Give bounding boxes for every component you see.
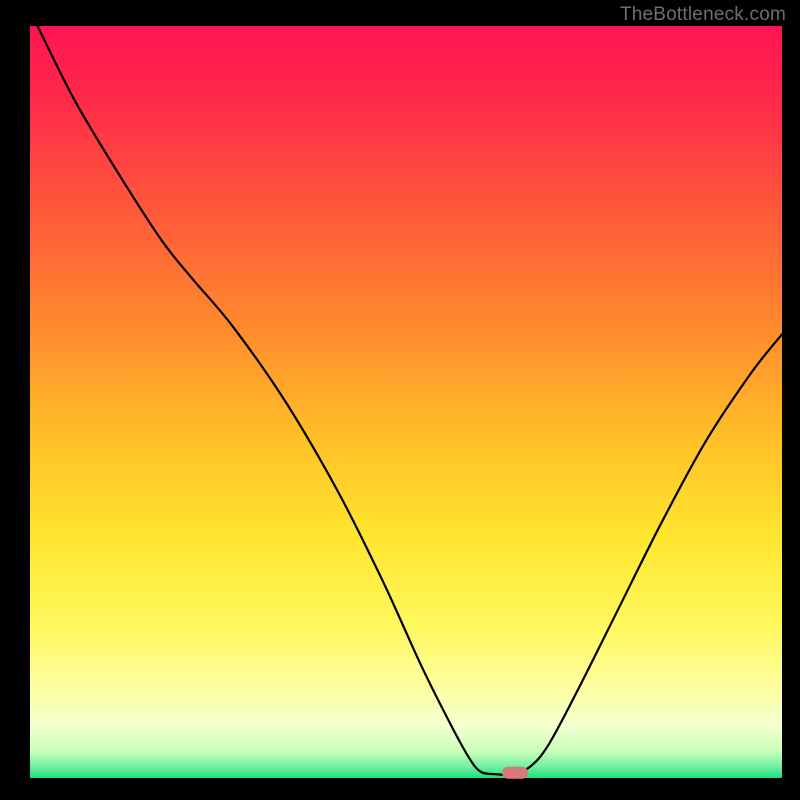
bottleneck-chart: TheBottleneck.com [0,0,800,800]
chart-svg [0,0,800,800]
watermark-text: TheBottleneck.com [620,4,786,26]
gradient-background [30,26,782,778]
optimal-marker [502,767,528,779]
